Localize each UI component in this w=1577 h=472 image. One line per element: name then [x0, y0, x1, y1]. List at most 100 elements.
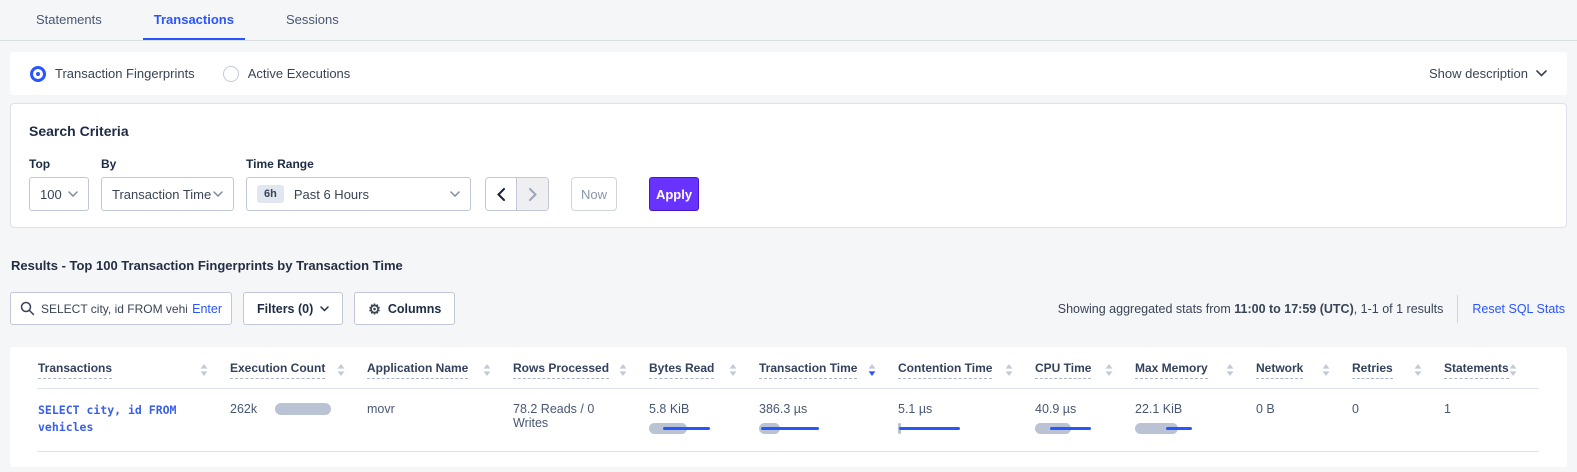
cell-cpu-time: 40.9 µs [1035, 389, 1135, 452]
cell-network: 0 B [1256, 389, 1352, 452]
time-back-button[interactable] [486, 178, 517, 210]
col-header-statements[interactable]: Statements [1444, 351, 1539, 389]
max-memory-value: 22.1 KiB [1135, 402, 1182, 416]
reset-sql-stats-link[interactable]: Reset SQL Stats [1472, 302, 1565, 316]
filters-label: Filters (0) [257, 302, 313, 316]
column-label: Transactions [38, 361, 112, 379]
col-header-max-memory[interactable]: Max Memory [1135, 351, 1256, 389]
chevron-down-icon [320, 306, 329, 312]
cell-statements: 1 [1444, 389, 1539, 452]
filters-button[interactable]: Filters (0) [243, 292, 343, 325]
sort-icon [1226, 364, 1234, 376]
sort-icon [1005, 364, 1013, 376]
cell-application-name: movr [367, 389, 513, 452]
sort-icon [1414, 364, 1422, 376]
application-name-value: movr [367, 402, 395, 416]
mean-line [899, 427, 960, 430]
col-header-retries[interactable]: Retries [1352, 351, 1444, 389]
transaction-time-bar [759, 423, 878, 435]
radio-unselected-icon [223, 66, 239, 82]
transaction-time-value: 386.3 µs [759, 402, 807, 416]
columns-button[interactable]: ⚙ Columns [354, 292, 455, 325]
col-header-contention-time[interactable]: Contention Time [898, 351, 1035, 389]
cpu-time-bar [1035, 423, 1115, 435]
col-header-execution-count[interactable]: Execution Count [230, 351, 367, 389]
search-criteria-title: Search Criteria [29, 123, 1548, 139]
table-header-row: Transactions Execution Count Application… [38, 351, 1539, 389]
radio-transaction-fingerprints[interactable]: Transaction Fingerprints [30, 66, 195, 82]
view-toggle-group: Transaction Fingerprints Active Executio… [30, 66, 350, 82]
by-select-value: Transaction Time [112, 187, 211, 202]
search-icon [20, 301, 35, 316]
radio-label: Transaction Fingerprints [55, 66, 195, 81]
mean-line [663, 427, 710, 430]
stats-prefix: Showing aggregated stats from [1058, 302, 1235, 316]
statements-value: 1 [1444, 402, 1451, 416]
col-header-transactions[interactable]: Transactions [38, 351, 230, 389]
show-description-toggle[interactable]: Show description [1429, 66, 1547, 81]
chevron-down-icon [213, 191, 223, 197]
bytes-read-value: 5.8 KiB [649, 402, 689, 416]
chevron-left-icon [497, 188, 505, 201]
vertical-divider [1457, 295, 1458, 323]
aggregated-stats-text: Showing aggregated stats from 11:00 to 1… [1058, 302, 1444, 316]
top-label: Top [29, 157, 89, 171]
cell-rows-processed: 78.2 Reads / 0 Writes [513, 389, 649, 452]
column-label: Application Name [367, 361, 468, 379]
time-range-arrows [485, 177, 549, 211]
radio-active-executions[interactable]: Active Executions [223, 66, 351, 82]
tab-sessions[interactable]: Sessions [275, 0, 350, 40]
retries-value: 0 [1352, 402, 1359, 416]
sort-icon [1105, 364, 1113, 376]
rows-processed-value: 78.2 Reads / 0 Writes [513, 402, 594, 430]
tab-transactions[interactable]: Transactions [143, 0, 245, 40]
col-header-cpu-time[interactable]: CPU Time [1035, 351, 1135, 389]
sort-icon [1322, 364, 1330, 376]
column-label: Statements [1444, 361, 1509, 379]
query-search-box: Enter [10, 292, 232, 325]
transactions-table: Transactions Execution Count Application… [38, 351, 1539, 452]
sort-icon [200, 364, 208, 376]
apply-button[interactable]: Apply [649, 177, 699, 211]
column-label: CPU Time [1035, 361, 1091, 379]
contention-time-bar [898, 423, 1015, 435]
sort-icon [1509, 364, 1517, 376]
col-header-rows-processed[interactable]: Rows Processed [513, 351, 649, 389]
column-label: Execution Count [230, 361, 325, 379]
column-label: Bytes Read [649, 361, 714, 379]
by-select[interactable]: Transaction Time [101, 177, 234, 211]
column-label: Transaction Time [759, 361, 857, 379]
gear-icon: ⚙ [368, 302, 381, 316]
col-header-network[interactable]: Network [1256, 351, 1352, 389]
cell-max-memory: 22.1 KiB [1135, 389, 1256, 452]
sort-icon [337, 364, 345, 376]
cell-transaction-time: 386.3 µs [759, 389, 898, 452]
results-heading: Results - Top 100 Transaction Fingerprin… [11, 258, 1577, 273]
max-memory-bar [1135, 423, 1236, 435]
stats-range: 11:00 to 17:59 (UTC) [1234, 302, 1353, 316]
time-range-select[interactable]: 6h Past 6 Hours [246, 177, 471, 211]
view-toggle-card: Transaction Fingerprints Active Executio… [10, 52, 1567, 95]
chevron-down-icon [68, 191, 78, 197]
columns-label: Columns [388, 302, 441, 316]
sort-icon [483, 364, 491, 376]
by-label: By [101, 157, 234, 171]
transaction-fingerprint-link[interactable]: SELECT city, id FROM vehicles [38, 402, 210, 436]
mean-line [1166, 427, 1192, 430]
tab-statements[interactable]: Statements [25, 0, 113, 40]
sort-icon [729, 364, 737, 376]
cell-execution-count: 262k [230, 389, 367, 452]
col-header-transaction-time[interactable]: Transaction Time [759, 351, 898, 389]
page-tabs: Statements Transactions Sessions [0, 0, 1577, 41]
time-range-badge: 6h [257, 185, 284, 203]
time-forward-button[interactable] [517, 178, 548, 210]
mean-line [761, 427, 819, 430]
search-criteria-card: Search Criteria Top 100 By Transaction T… [10, 103, 1567, 228]
col-header-bytes-read[interactable]: Bytes Read [649, 351, 759, 389]
time-range-label: Time Range [246, 157, 471, 171]
col-header-application-name[interactable]: Application Name [367, 351, 513, 389]
now-button[interactable]: Now [571, 177, 617, 211]
top-select[interactable]: 100 [29, 177, 89, 211]
search-enter-button[interactable]: Enter [192, 302, 222, 316]
radio-selected-icon [30, 66, 46, 82]
